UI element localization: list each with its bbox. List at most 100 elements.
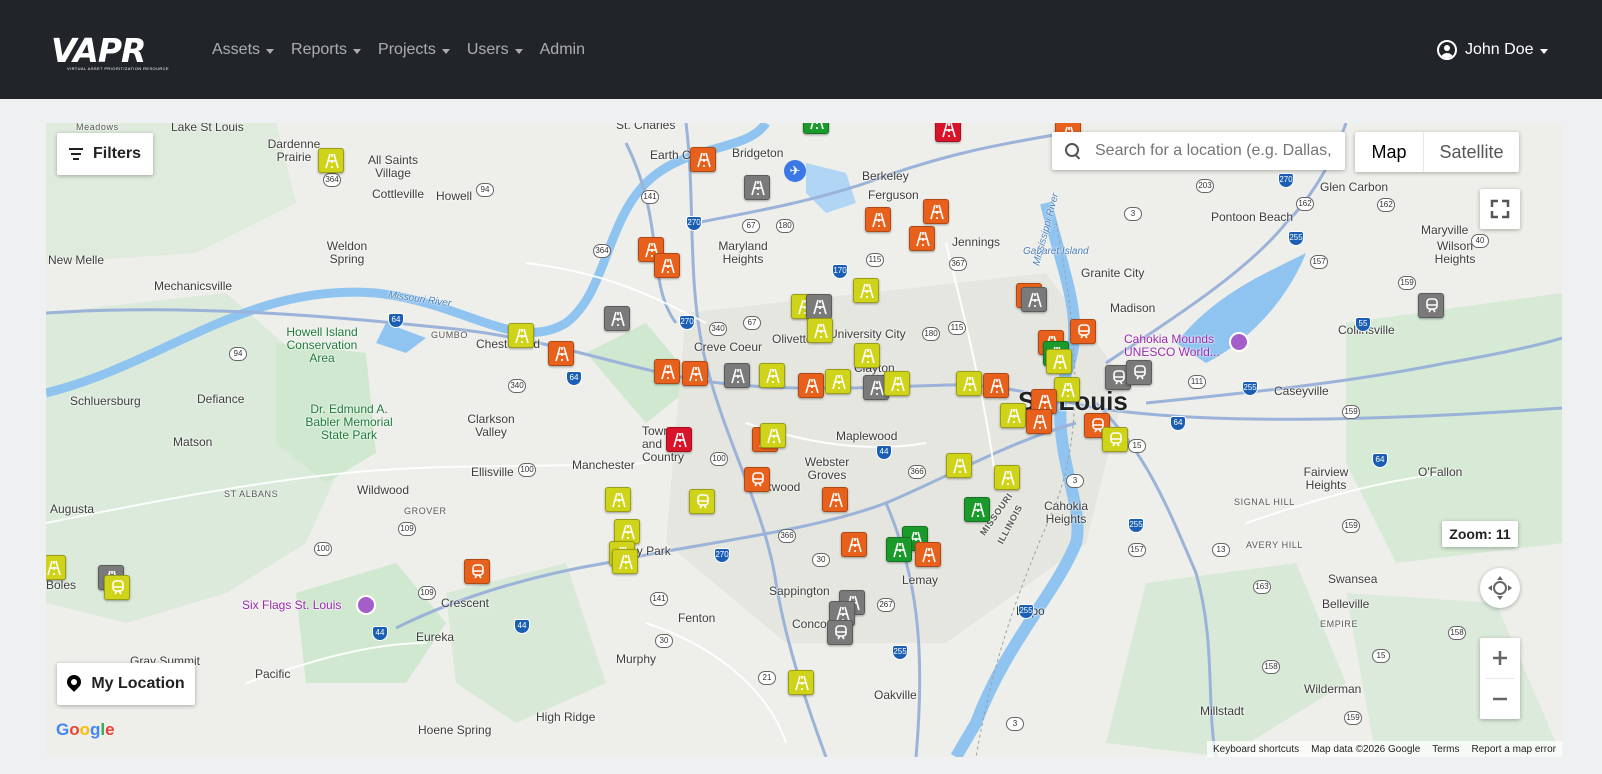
orange-asset-marker[interactable]	[909, 226, 935, 251]
green-asset-marker[interactable]	[964, 497, 990, 522]
yellow-asset-marker[interactable]	[853, 278, 879, 303]
map-type-map-button[interactable]: Map	[1355, 132, 1424, 172]
orange-asset-marker[interactable]	[923, 199, 949, 224]
user-menu[interactable]: John Doe	[1437, 38, 1548, 62]
yellow-asset-marker[interactable]	[1102, 427, 1128, 452]
road-shield: 3	[1124, 207, 1142, 221]
yellow-asset-marker[interactable]	[788, 670, 814, 695]
nav-assets[interactable]: Assets	[212, 38, 275, 62]
gray-asset-marker[interactable]	[827, 620, 853, 645]
main-nav: Assets Reports Projects Users Admin	[212, 38, 585, 62]
report-map-error-link[interactable]: Report a map error	[1472, 744, 1556, 755]
orange-asset-marker[interactable]	[654, 359, 680, 384]
orange-asset-marker[interactable]	[690, 147, 716, 172]
fullscreen-button[interactable]	[1480, 189, 1520, 229]
orange-asset-marker[interactable]	[548, 341, 574, 366]
gray-asset-marker[interactable]	[604, 306, 630, 331]
road-shield: 162	[1296, 197, 1314, 211]
yellow-asset-marker[interactable]	[1000, 403, 1026, 428]
nav-users[interactable]: Users	[467, 38, 523, 62]
orange-asset-marker[interactable]	[841, 532, 867, 557]
yellow-asset-marker[interactable]	[104, 575, 130, 600]
road-shield: 100	[314, 542, 332, 556]
google-logo[interactable]: Google	[56, 720, 115, 740]
orange-asset-marker[interactable]	[654, 253, 680, 278]
yellow-asset-marker[interactable]	[508, 323, 534, 348]
orange-asset-marker[interactable]	[1026, 409, 1052, 434]
place-label: Murphy	[616, 652, 657, 666]
yellow-asset-marker[interactable]	[689, 489, 715, 514]
orange-asset-marker[interactable]	[798, 373, 824, 398]
filters-button[interactable]: Filters	[57, 133, 153, 175]
green-asset-marker[interactable]	[803, 123, 829, 134]
amusement-park-icon[interactable]	[356, 595, 376, 615]
airport-icon[interactable]: ✈	[784, 160, 806, 182]
vapr-logo[interactable]: VAPR VIRTUAL ASSET PRIORITIZATION RESOUR…	[51, 34, 181, 71]
place-label: St. Charles	[616, 123, 676, 132]
red-asset-marker[interactable]	[666, 427, 692, 452]
yellow-asset-marker[interactable]	[994, 465, 1020, 490]
tunnel-icon	[1078, 324, 1090, 339]
yellow-asset-marker[interactable]	[605, 487, 631, 512]
gray-asset-marker[interactable]	[806, 294, 832, 319]
green-asset-marker[interactable]	[886, 537, 912, 562]
gray-asset-marker[interactable]	[1126, 360, 1152, 385]
zoom-out-button[interactable]	[1480, 679, 1520, 719]
yellow-asset-marker[interactable]	[854, 343, 880, 368]
terms-link[interactable]: Terms	[1432, 744, 1459, 755]
bridge-icon	[814, 323, 828, 339]
orange-asset-marker[interactable]	[744, 467, 770, 492]
orange-asset-marker[interactable]	[1070, 319, 1096, 344]
zoom-control	[1480, 638, 1520, 719]
yellow-asset-marker[interactable]	[1054, 377, 1080, 402]
road-shield: 94	[476, 183, 494, 197]
road-shield: 159	[1342, 405, 1360, 419]
zoom-in-button[interactable]	[1480, 638, 1520, 678]
map-type-satellite-button[interactable]: Satellite	[1424, 132, 1519, 172]
gray-asset-marker[interactable]	[744, 175, 770, 200]
road-shield: 364	[593, 244, 611, 258]
road-shield: 157	[1310, 255, 1328, 269]
yellow-asset-marker[interactable]	[807, 318, 833, 343]
nav-admin[interactable]: Admin	[540, 38, 585, 62]
yellow-asset-marker[interactable]	[946, 453, 972, 478]
yellow-asset-marker[interactable]	[760, 423, 786, 448]
gray-asset-marker[interactable]	[1021, 287, 1047, 312]
road-shield: 67	[743, 316, 761, 330]
bridge-icon	[1061, 382, 1075, 398]
orange-asset-marker[interactable]	[682, 361, 708, 386]
yellow-asset-marker[interactable]	[1046, 349, 1072, 374]
location-search-input[interactable]	[1095, 142, 1335, 160]
yellow-asset-marker[interactable]	[318, 148, 344, 173]
orange-asset-marker[interactable]	[915, 542, 941, 567]
bridge-icon	[731, 368, 745, 384]
road-shield: 15	[1128, 439, 1146, 453]
place-label: Howell	[436, 189, 473, 203]
red-asset-marker[interactable]	[935, 123, 961, 142]
yellow-asset-marker[interactable]	[46, 555, 66, 580]
road-shield: 340	[709, 322, 727, 336]
nav-projects[interactable]: Projects	[378, 38, 450, 62]
orange-asset-marker[interactable]	[983, 373, 1009, 398]
user-name: John Doe	[1465, 41, 1534, 58]
yellow-asset-marker[interactable]	[956, 371, 982, 396]
chevron-down-icon	[441, 48, 450, 54]
keyboard-shortcuts-link[interactable]: Keyboard shortcuts	[1213, 744, 1299, 755]
location-search-box[interactable]	[1052, 132, 1345, 170]
yellow-asset-marker[interactable]	[759, 363, 785, 388]
yellow-asset-marker[interactable]	[825, 369, 851, 394]
orange-asset-marker[interactable]	[822, 487, 848, 512]
gray-asset-marker[interactable]	[724, 363, 750, 388]
gray-asset-marker[interactable]	[1418, 293, 1444, 318]
road-shield: 366	[778, 529, 796, 543]
map-canvas[interactable]: Meadows Lake St Louis Dardenne Prairie A…	[46, 123, 1562, 757]
orange-asset-marker[interactable]	[865, 207, 891, 232]
yellow-asset-marker[interactable]	[612, 549, 638, 574]
landmark-icon[interactable]	[1229, 332, 1249, 352]
my-location-button[interactable]: My Location	[57, 663, 195, 705]
nav-reports[interactable]: Reports	[291, 38, 362, 62]
recenter-button[interactable]	[1480, 568, 1520, 608]
place-label: GUMBO	[431, 330, 469, 340]
orange-asset-marker[interactable]	[464, 559, 490, 584]
yellow-asset-marker[interactable]	[884, 371, 910, 396]
